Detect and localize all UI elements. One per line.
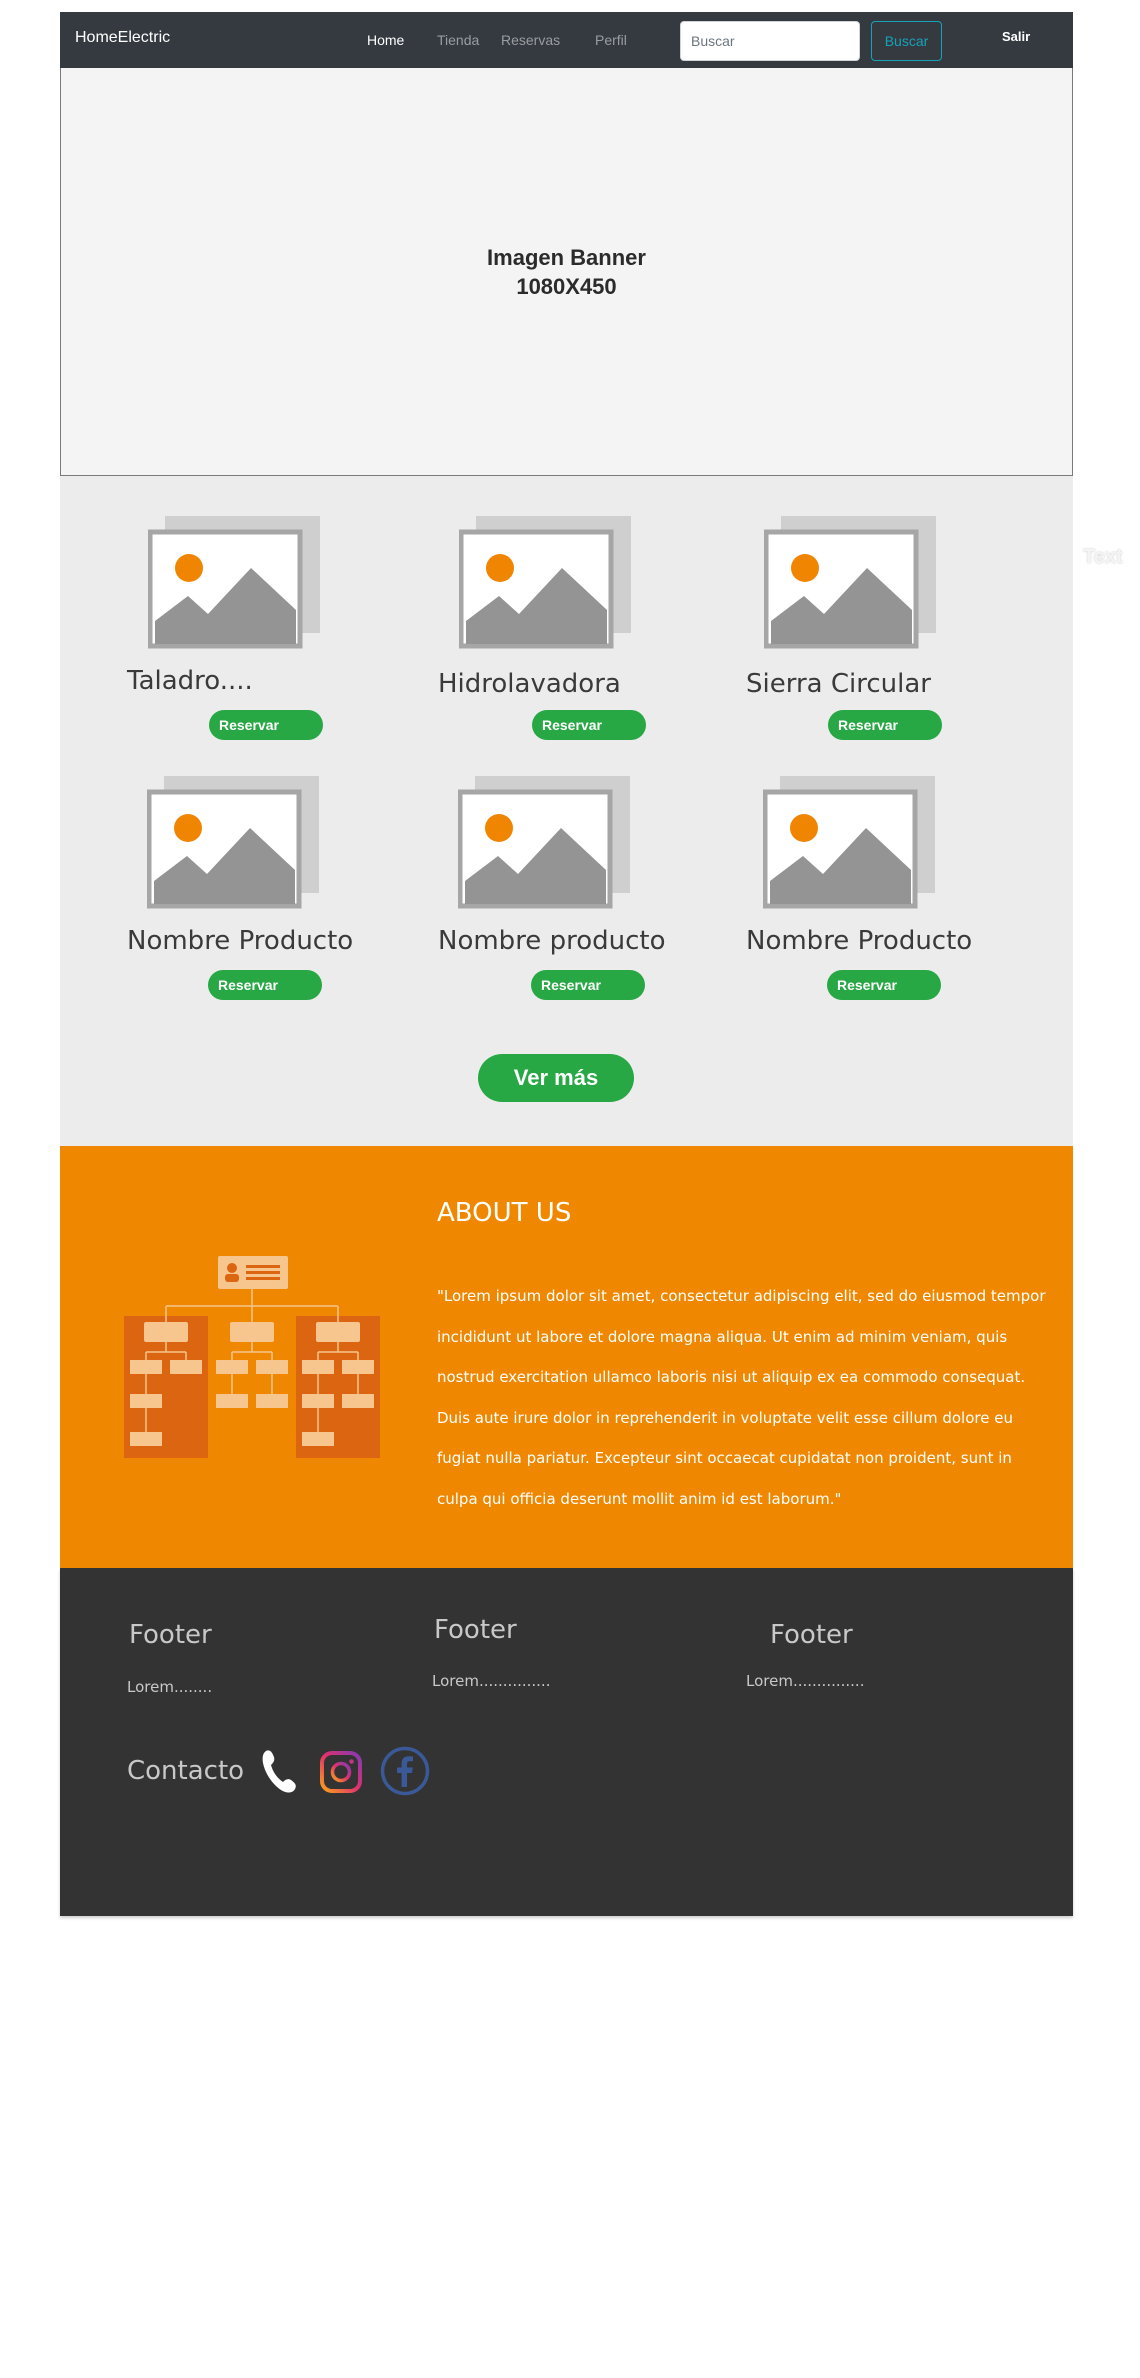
- search-input[interactable]: [680, 21, 860, 61]
- org-chart-icon: [124, 1256, 380, 1458]
- reserve-button[interactable]: Reservar: [532, 710, 646, 740]
- about-text: "Lorem ipsum dolor sit amet, consectetur…: [437, 1287, 1046, 1508]
- see-more-button[interactable]: Ver más: [478, 1054, 634, 1102]
- image-placeholder-icon: [148, 516, 320, 649]
- product-name[interactable]: Sierra Circular: [746, 669, 931, 699]
- image-placeholder-icon: [458, 776, 630, 909]
- reserve-button[interactable]: Reservar: [828, 710, 942, 740]
- footer-column-text: Lorem...............: [746, 1672, 865, 1690]
- about-title: ABOUT US: [437, 1198, 572, 1228]
- products-section: Taladro.... Reservar Hidrolavadora Reser…: [60, 476, 1073, 1146]
- footer-column-title: Footer: [770, 1620, 853, 1650]
- footer: Footer Lorem........ Footer Lorem.......…: [60, 1568, 1073, 1916]
- product-card: Taladro.... Reservar: [127, 516, 367, 756]
- side-text: Text: [1083, 546, 1123, 568]
- product-card: Hidrolavadora Reservar: [438, 516, 678, 756]
- product-name[interactable]: Taladro....: [127, 666, 253, 696]
- banner-size: 1080X450: [516, 274, 617, 299]
- footer-column-title: Footer: [129, 1620, 212, 1650]
- product-name[interactable]: Nombre Producto: [127, 926, 353, 956]
- product-name[interactable]: Hidrolavadora: [438, 669, 621, 699]
- footer-column-text: Lorem...............: [432, 1672, 551, 1690]
- navbar: HomeElectric Home Tienda Reservas Perfil…: [60, 12, 1073, 68]
- image-placeholder-icon: [147, 776, 319, 909]
- nav-link-tienda[interactable]: Tienda: [437, 32, 479, 48]
- product-name[interactable]: Nombre producto: [438, 926, 665, 956]
- nav-link-reservas[interactable]: Reservas: [501, 32, 560, 48]
- image-placeholder-icon: [763, 776, 935, 909]
- product-card: Nombre Producto Reservar: [127, 776, 367, 1016]
- reserve-button[interactable]: Reservar: [208, 970, 322, 1000]
- banner-placeholder-text: Imagen Banner 1080X450: [61, 243, 1072, 301]
- nav-link-perfil[interactable]: Perfil: [595, 32, 627, 48]
- brand-logo[interactable]: HomeElectric: [75, 29, 170, 47]
- product-card: Sierra Circular Reservar: [746, 516, 986, 756]
- product-name[interactable]: Nombre Producto: [746, 926, 972, 956]
- image-placeholder-icon: [764, 516, 936, 649]
- footer-column-text: Lorem........: [127, 1678, 213, 1696]
- product-card: Nombre producto Reservar: [438, 776, 678, 1016]
- phone-icon[interactable]: [260, 1748, 298, 1794]
- reserve-button[interactable]: Reservar: [209, 710, 323, 740]
- reserve-button[interactable]: Reservar: [531, 970, 645, 1000]
- about-section: ABOUT US "Lorem ipsum dolor sit amet, co…: [60, 1146, 1073, 1568]
- search-button[interactable]: Buscar: [871, 21, 942, 61]
- nav-link-home[interactable]: Home: [367, 32, 404, 48]
- footer-column-title: Footer: [434, 1615, 517, 1645]
- reserve-button[interactable]: Reservar: [827, 970, 941, 1000]
- facebook-icon[interactable]: [380, 1746, 430, 1796]
- instagram-icon[interactable]: [319, 1750, 363, 1794]
- product-card: Nombre Producto Reservar: [746, 776, 986, 1016]
- image-placeholder-icon: [459, 516, 631, 649]
- hero-banner: Imagen Banner 1080X450: [60, 68, 1073, 476]
- contact-label: Contacto: [127, 1756, 245, 1786]
- banner-title: Imagen Banner: [487, 245, 646, 270]
- logout-link[interactable]: Salir: [1002, 29, 1030, 44]
